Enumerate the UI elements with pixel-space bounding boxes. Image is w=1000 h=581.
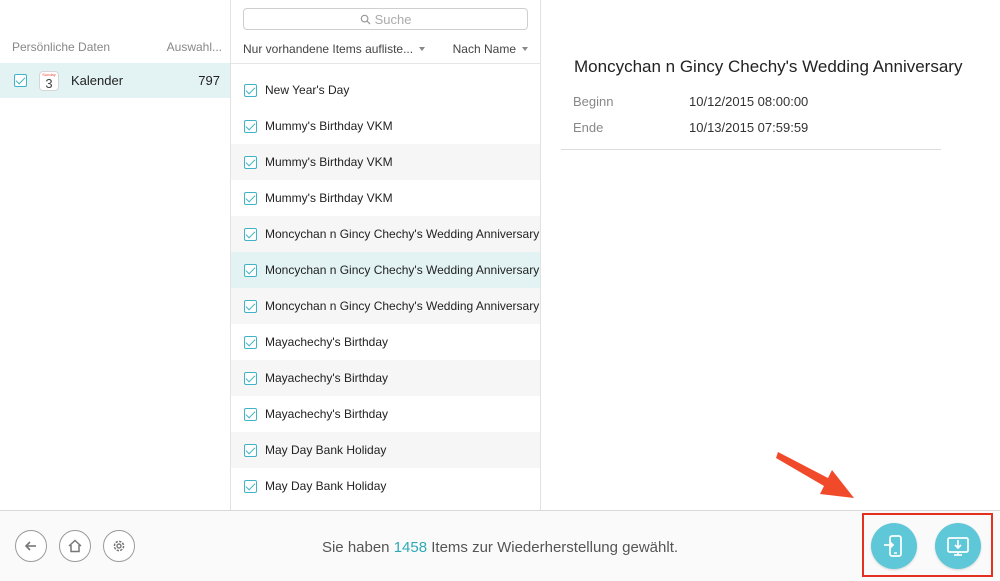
detail-panel: Moncychan n Gincy Chechy's Wedding Anniv… xyxy=(541,0,1000,510)
event-list: New Year's Day Mummy's Birthday VKM Mumm… xyxy=(231,72,540,504)
item-checkbox[interactable] xyxy=(244,263,257,277)
calendar-icon-day: 3 xyxy=(45,75,53,91)
search-icon xyxy=(360,14,371,25)
end-value: 10/13/2015 07:59:59 xyxy=(689,120,809,135)
list-item-label: Moncychan n Gincy Chechy's Wedding Anniv… xyxy=(265,227,540,241)
item-checkbox[interactable] xyxy=(244,443,257,457)
list-item[interactable]: Mayachechy's Birthday xyxy=(231,324,540,360)
list-item[interactable]: New Year's Day xyxy=(231,72,540,108)
list-divider xyxy=(231,63,540,64)
list-item-label: May Day Bank Holiday xyxy=(265,479,387,493)
list-item-selected[interactable]: Moncychan n Gincy Chechy's Wedding Anniv… xyxy=(231,252,540,288)
item-checkbox[interactable] xyxy=(244,227,257,241)
detail-begin-row: Beginn 10/12/2015 08:00:00 xyxy=(573,94,808,109)
select-all-label[interactable]: Auswahl... xyxy=(167,40,222,54)
sort-dropdown-label: Nach Name xyxy=(452,42,516,56)
begin-value: 10/12/2015 08:00:00 xyxy=(689,94,809,109)
bottom-bar: Sie haben 1458 Items zur Wiederherstellu… xyxy=(0,510,1000,581)
list-item-label: Mayachechy's Birthday xyxy=(265,407,389,421)
item-checkbox[interactable] xyxy=(244,83,257,97)
list-item-label: May Day Bank Holiday xyxy=(265,443,387,457)
sidebar-item-count: 797 xyxy=(198,73,220,88)
list-item[interactable]: Moncychan n Gincy Chechy's Wedding Anniv… xyxy=(231,216,540,252)
pointer-arrow-icon xyxy=(776,452,854,498)
calendar-icon: Sunday 3 xyxy=(39,70,59,91)
item-checkbox[interactable] xyxy=(244,371,257,385)
item-checkbox[interactable] xyxy=(244,119,257,133)
search-input[interactable]: Suche xyxy=(243,8,528,30)
list-item[interactable]: Mayachechy's Birthday xyxy=(231,360,540,396)
end-label: Ende xyxy=(573,120,604,135)
sidebar-header: Persönliche Daten Auswahl... xyxy=(12,40,222,54)
item-checkbox[interactable] xyxy=(244,155,257,169)
list-item-label: Mayachechy's Birthday xyxy=(265,335,389,349)
list-item[interactable]: Mayachechy's Birthday xyxy=(231,396,540,432)
list-item-label: Mummy's Birthday VKM xyxy=(265,155,393,169)
detail-divider xyxy=(561,149,941,150)
highlight-box xyxy=(862,513,993,577)
item-checkbox[interactable] xyxy=(244,191,257,205)
list-filters: Nur vorhandene Items aufliste... Nach Na… xyxy=(243,42,528,56)
category-sidebar: Persönliche Daten Auswahl... Sunday 3 Ka… xyxy=(0,0,231,510)
list-item-label: New Year's Day xyxy=(265,83,350,97)
list-item[interactable]: May Day Bank Holiday xyxy=(231,468,540,504)
sidebar-header-title: Persönliche Daten xyxy=(12,40,111,54)
detail-title: Moncychan n Gincy Chechy's Wedding Anniv… xyxy=(574,57,963,76)
list-item[interactable]: Mummy's Birthday VKM xyxy=(231,144,540,180)
item-checkbox[interactable] xyxy=(244,407,257,421)
item-list-panel: Suche Nur vorhandene Items aufliste... N… xyxy=(231,0,541,510)
filter-dropdown-label: Nur vorhandene Items aufliste... xyxy=(243,42,414,56)
detail-end-row: Ende 10/13/2015 07:59:59 xyxy=(573,120,808,135)
chevron-down-icon xyxy=(419,47,426,51)
sort-dropdown[interactable]: Nach Name xyxy=(453,42,528,56)
status-message: Sie haben 1458 Items zur Wiederherstellu… xyxy=(0,539,1000,556)
list-item[interactable]: May Day Bank Holiday xyxy=(231,432,540,468)
list-item[interactable]: Mummy's Birthday VKM xyxy=(231,180,540,216)
kalender-checkbox[interactable] xyxy=(14,74,27,87)
status-count: 1458 xyxy=(393,539,428,556)
status-suffix: Items zur Wiederherstellung gewählt. xyxy=(431,539,679,556)
list-item-label: Moncychan n Gincy Chechy's Wedding Anniv… xyxy=(265,299,540,313)
item-checkbox[interactable] xyxy=(244,479,257,493)
list-item-label: Mummy's Birthday VKM xyxy=(265,191,393,205)
chevron-down-icon xyxy=(522,47,528,51)
list-item-label: Mummy's Birthday VKM xyxy=(265,119,393,133)
sidebar-item-label: Kalender xyxy=(71,73,124,88)
filter-dropdown[interactable]: Nur vorhandene Items aufliste... xyxy=(243,42,426,56)
begin-label: Beginn xyxy=(573,94,614,109)
list-item[interactable]: Moncychan n Gincy Chechy's Wedding Anniv… xyxy=(231,288,540,324)
search-placeholder: Suche xyxy=(374,11,412,27)
list-item-label: Moncychan n Gincy Chechy's Wedding Anniv… xyxy=(265,263,540,277)
sidebar-item-kalender[interactable]: Sunday 3 Kalender 797 xyxy=(0,63,230,98)
status-prefix: Sie haben xyxy=(321,539,390,556)
list-item[interactable]: Mummy's Birthday VKM xyxy=(231,108,540,144)
list-item-label: Mayachechy's Birthday xyxy=(265,371,389,385)
item-checkbox[interactable] xyxy=(244,335,257,349)
item-checkbox[interactable] xyxy=(244,299,257,313)
